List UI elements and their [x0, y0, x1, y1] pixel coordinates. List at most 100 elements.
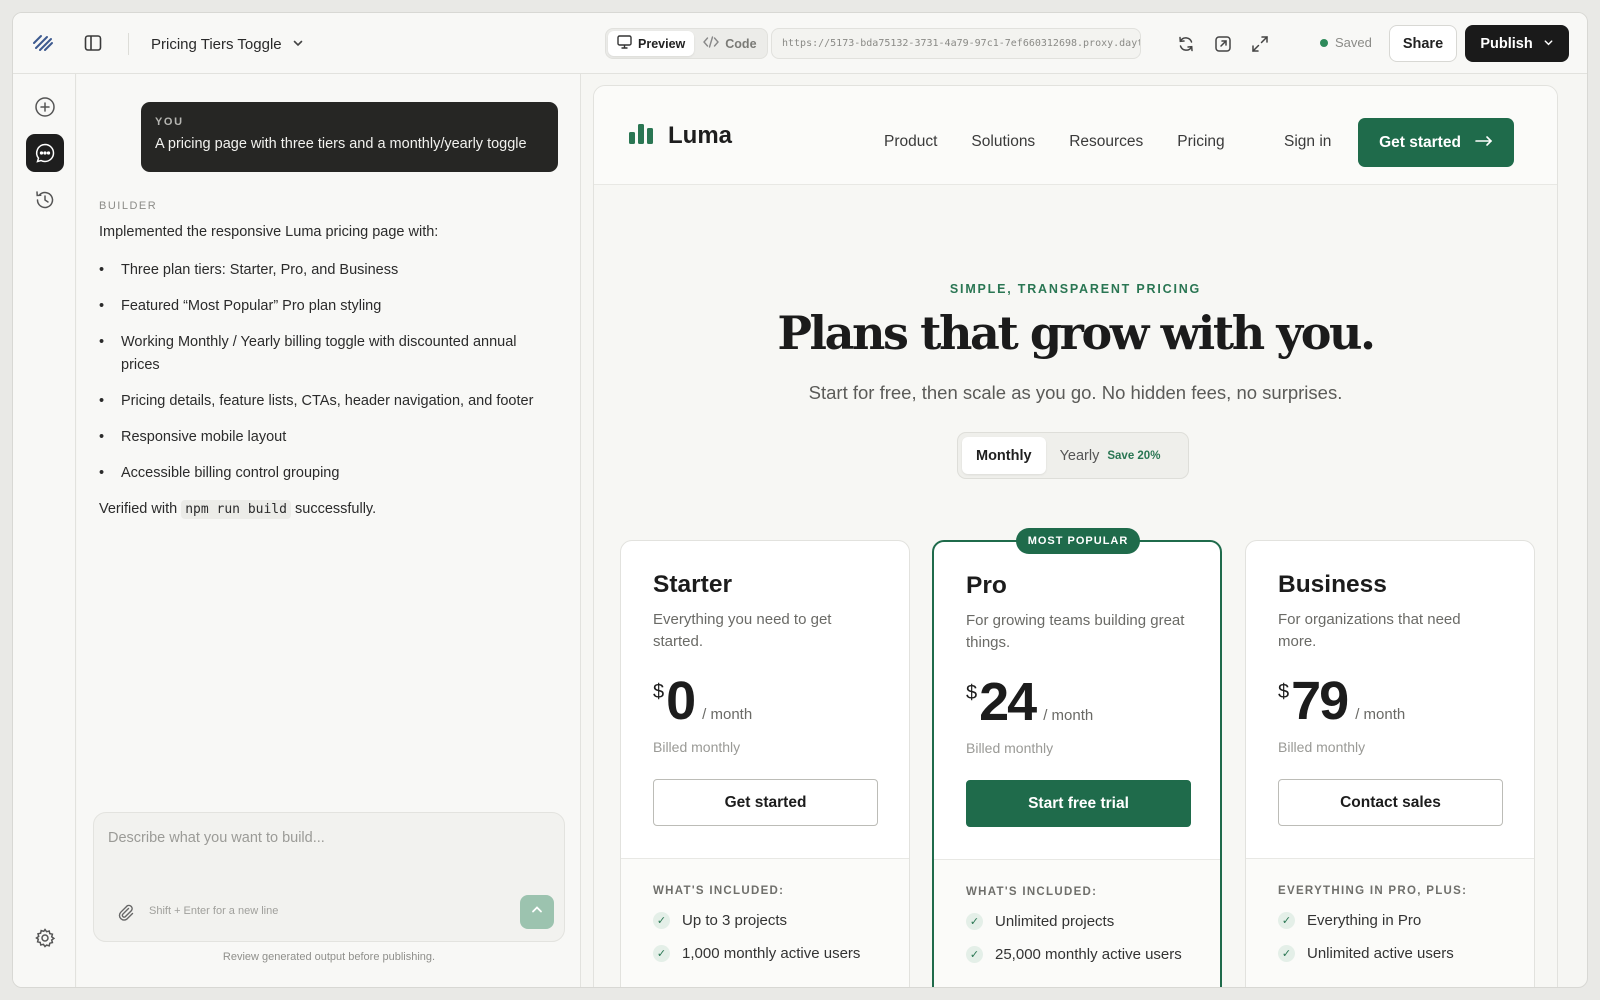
- billing-yearly-option[interactable]: Yearly Save 20%: [1046, 437, 1175, 474]
- gear-icon[interactable]: [26, 919, 64, 957]
- check-icon: ✓: [966, 946, 983, 963]
- plan-card-starter: Starter Everything you need to get start…: [620, 540, 910, 987]
- get-started-button[interactable]: Get started: [1358, 118, 1514, 167]
- pricing-eyebrow: SIMPLE, TRANSPARENT PRICING: [949, 282, 1202, 296]
- builder-bullet-list: Three plan tiers: Starter, Pro, and Busi…: [99, 259, 549, 486]
- app-window: Pricing Tiers Toggle Preview Code https:…: [12, 12, 1588, 988]
- starter-get-started-button[interactable]: Get started: [653, 779, 878, 826]
- plan-price: $ 24 / month: [966, 672, 1093, 732]
- external-link-icon[interactable]: [1210, 31, 1236, 57]
- code-icon: [703, 36, 720, 51]
- price-currency: $: [653, 681, 665, 703]
- chat-panel: YOU A pricing page with three tiers and …: [77, 74, 581, 987]
- plus-circle-icon[interactable]: [26, 88, 64, 126]
- left-rail: [13, 74, 76, 987]
- save-status: Saved: [1320, 35, 1372, 50]
- yearly-label: Yearly: [1059, 447, 1100, 464]
- send-button[interactable]: [520, 895, 554, 929]
- price-amount: 79: [1291, 671, 1349, 731]
- arrow-right-icon: [1475, 134, 1493, 152]
- code-mode-label: Code: [725, 36, 757, 51]
- list-item: Three plan tiers: Starter, Pro, and Busi…: [99, 259, 549, 283]
- verified-command: npm run build: [181, 500, 291, 519]
- nav-link-pricing[interactable]: Pricing: [1177, 133, 1224, 151]
- builder-message: Implemented the responsive Luma pricing …: [99, 221, 549, 522]
- builder-intro: Implemented the responsive Luma pricing …: [99, 224, 439, 240]
- chat-bubble-icon[interactable]: [26, 134, 64, 172]
- billing-note: Billed monthly: [653, 739, 741, 755]
- saved-label: Saved: [1335, 35, 1372, 50]
- most-popular-badge: MOST POPULAR: [1016, 528, 1140, 554]
- divider: [621, 858, 909, 859]
- expand-icon[interactable]: [1247, 31, 1273, 57]
- verified-line: Verified with npm run build successfully…: [99, 498, 549, 522]
- site-brand[interactable]: Luma: [628, 120, 732, 151]
- nav-link-solutions[interactable]: Solutions: [971, 133, 1035, 151]
- prompt-input[interactable]: Describe what you want to build...: [108, 830, 325, 846]
- refresh-icon[interactable]: [1173, 31, 1199, 57]
- pricing-headline: Plans that grow with you.: [777, 306, 1376, 360]
- site-header: Luma Product Solutions Resources Pricing…: [594, 86, 1557, 185]
- billing-toggle: Monthly Yearly Save 20%: [957, 432, 1189, 479]
- history-icon[interactable]: [26, 181, 64, 219]
- preview-url-field[interactable]: https://5173-bda75132-3731-4a79-97c1-7ef…: [771, 28, 1141, 59]
- feature-item: ✓ Up to 3 projects: [653, 912, 787, 929]
- project-title: Pricing Tiers Toggle: [151, 35, 282, 53]
- view-mode-toggle: Preview Code: [605, 28, 768, 59]
- list-item: Pricing details, feature lists, CTAs, he…: [99, 390, 549, 414]
- preview-mode-label: Preview: [638, 36, 686, 51]
- plan-card-business: Business For organizations that need mor…: [1245, 540, 1535, 987]
- price-currency: $: [1278, 681, 1290, 703]
- top-bar: Pricing Tiers Toggle Preview Code https:…: [13, 13, 1587, 74]
- bar-chart-icon: [628, 120, 656, 151]
- divider: [1246, 858, 1534, 859]
- plan-name: Pro: [966, 572, 1007, 599]
- sidebar-icon[interactable]: [79, 29, 107, 57]
- feature-text: Up to 3 projects: [682, 912, 788, 929]
- publish-button[interactable]: Publish: [1465, 25, 1569, 62]
- paperclip-icon[interactable]: [114, 900, 138, 924]
- user-message-label: YOU: [155, 116, 184, 128]
- sign-in-link[interactable]: Sign in: [1284, 133, 1331, 151]
- nav-link-product[interactable]: Product: [884, 133, 937, 151]
- stripes-logo-icon[interactable]: [29, 29, 57, 57]
- plan-price: $ 0 / month: [653, 671, 752, 731]
- chevron-down-icon: [1543, 36, 1554, 52]
- price-amount: 0: [666, 671, 696, 731]
- price-currency: $: [966, 682, 978, 704]
- user-message-text: A pricing page with three tiers and a mo…: [155, 136, 527, 152]
- included-label: WHAT'S INCLUDED:: [966, 886, 1098, 898]
- feature-item: ✓ Everything in Pro: [1278, 912, 1421, 929]
- contact-sales-button[interactable]: Contact sales: [1278, 779, 1503, 826]
- monitor-icon: [617, 35, 632, 52]
- project-title-dropdown[interactable]: Pricing Tiers Toggle: [151, 33, 304, 55]
- billing-monthly-option[interactable]: Monthly: [962, 437, 1046, 474]
- plan-description: Everything you need to get started.: [653, 611, 832, 650]
- preview-mode-tab[interactable]: Preview: [608, 31, 695, 56]
- code-mode-tab[interactable]: Code: [694, 31, 765, 56]
- feature-text: 25,000 monthly active users: [995, 946, 1182, 963]
- verified-suffix: successfully.: [295, 501, 377, 517]
- feature-item: ✓ 1,000 monthly active users: [653, 945, 860, 962]
- chevron-down-icon: [292, 36, 304, 53]
- check-icon: ✓: [653, 945, 670, 962]
- nav-link-resources[interactable]: Resources: [1069, 133, 1143, 151]
- site-nav-links: Product Solutions Resources Pricing: [884, 133, 1225, 151]
- price-amount: 24: [979, 672, 1037, 732]
- plan-cards: Starter Everything you need to get start…: [620, 528, 1536, 987]
- pricing-subhead: Start for free, then scale as you go. No…: [808, 382, 1343, 403]
- feature-text: Unlimited projects: [995, 913, 1115, 930]
- feature-text: Everything in Pro: [1307, 912, 1422, 929]
- composer-hint: Shift + Enter for a new line: [149, 905, 279, 917]
- prompt-composer[interactable]: Describe what you want to build... Shift…: [93, 812, 565, 942]
- billing-note: Billed monthly: [966, 740, 1054, 756]
- feature-item: ✓ Unlimited active users: [1278, 945, 1454, 962]
- get-started-label: Get started: [1379, 133, 1461, 151]
- site-preview: Luma Product Solutions Resources Pricing…: [593, 85, 1558, 987]
- start-free-trial-button[interactable]: Start free trial: [966, 780, 1191, 827]
- feature-item: ✓ 25,000 monthly active users: [966, 946, 1182, 963]
- share-button[interactable]: Share: [1389, 25, 1457, 62]
- check-icon: ✓: [966, 913, 983, 930]
- publish-label: Publish: [1480, 35, 1533, 52]
- check-icon: ✓: [1278, 912, 1295, 929]
